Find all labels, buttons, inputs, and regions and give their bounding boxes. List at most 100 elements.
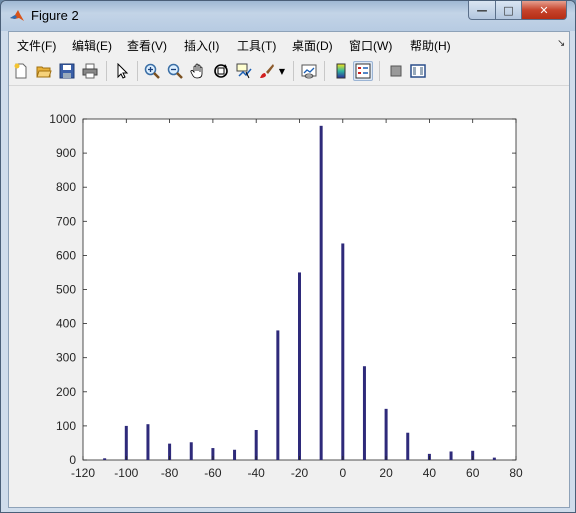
x-tick-label: -40 bbox=[248, 466, 266, 480]
menu-bar: 文件(F) 编辑(E) 查看(V) 插入(I) 工具(T) 桌面(D) 窗口(W… bbox=[9, 32, 569, 56]
bar bbox=[492, 457, 496, 460]
minimize-button[interactable]: — bbox=[468, 1, 496, 20]
y-tick-label: 800 bbox=[56, 180, 76, 194]
menu-edit[interactable]: 编辑(E) bbox=[72, 37, 112, 54]
bar bbox=[276, 330, 280, 460]
toolbar-separator bbox=[324, 61, 325, 81]
bar bbox=[103, 458, 107, 460]
bar bbox=[233, 449, 237, 460]
zoom-in-button[interactable] bbox=[142, 61, 162, 81]
data-cursor-icon bbox=[236, 63, 252, 79]
menu-file[interactable]: 文件(F) bbox=[17, 37, 56, 54]
matlab-logo-icon bbox=[10, 10, 24, 21]
zoom-out-button[interactable] bbox=[165, 61, 185, 81]
chevron-down-icon: ▼ bbox=[278, 66, 286, 76]
insert-legend-button[interactable] bbox=[353, 61, 373, 81]
y-tick-label: 700 bbox=[56, 214, 76, 228]
save-icon bbox=[59, 63, 75, 79]
edit-plot-button[interactable] bbox=[112, 61, 132, 81]
open-file-icon bbox=[36, 66, 52, 78]
open-file-button[interactable] bbox=[34, 61, 54, 81]
insert-colorbar-button[interactable] bbox=[331, 61, 351, 81]
show-plot-tools-icon bbox=[410, 64, 426, 78]
toolbar-separator bbox=[379, 61, 380, 81]
figure-canvas: -120 -100 -80 -60 -40 -20 0 20 40 60 80 0 100 200 300… bbox=[9, 86, 569, 507]
figure-client-area: 文件(F) 编辑(E) 查看(V) 插入(I) 工具(T) 桌面(D) 窗口(W… bbox=[8, 31, 570, 508]
bar bbox=[298, 272, 301, 460]
maximize-button[interactable]: □ bbox=[495, 1, 522, 20]
pan-button[interactable] bbox=[188, 61, 208, 81]
bar bbox=[384, 408, 388, 460]
x-tick-label: 80 bbox=[509, 466, 523, 480]
bar bbox=[362, 366, 366, 460]
brush-dropdown-button[interactable]: ▼ bbox=[277, 61, 287, 81]
bar bbox=[254, 429, 258, 460]
x-tick-label: -120 bbox=[71, 466, 95, 480]
bar bbox=[124, 425, 128, 460]
maximize-icon: □ bbox=[503, 3, 514, 17]
legend-icon bbox=[355, 63, 371, 79]
y-tick-label: 1000 bbox=[49, 112, 76, 126]
new-figure-button[interactable] bbox=[11, 61, 31, 81]
data-cursor-button[interactable] bbox=[234, 61, 254, 81]
toolbar-separator bbox=[106, 61, 107, 81]
bar bbox=[189, 442, 193, 460]
close-button[interactable]: ✕ bbox=[521, 1, 567, 20]
pan-hand-icon bbox=[190, 63, 203, 79]
y-tick-label: 300 bbox=[56, 351, 76, 365]
hide-plot-tools-button[interactable] bbox=[386, 61, 406, 81]
y-tick-label: 100 bbox=[56, 419, 76, 433]
rotate-3d-button[interactable] bbox=[211, 61, 231, 81]
pointer-icon bbox=[117, 63, 129, 79]
new-figure-icon bbox=[14, 63, 27, 79]
bar bbox=[319, 125, 323, 460]
y-tick-label: 600 bbox=[56, 248, 76, 262]
bar bbox=[406, 432, 410, 460]
toolbar-separator bbox=[293, 61, 294, 81]
x-tick-label: -20 bbox=[291, 466, 309, 480]
y-tick-label: 500 bbox=[56, 283, 76, 297]
brush-button[interactable] bbox=[257, 61, 277, 81]
bar bbox=[449, 451, 453, 460]
print-button[interactable] bbox=[80, 61, 100, 81]
brush-icon bbox=[260, 64, 274, 78]
menu-overflow-icon[interactable]: ↘ bbox=[557, 38, 565, 49]
colorbar-icon bbox=[336, 63, 346, 79]
menu-view[interactable]: 查看(V) bbox=[127, 37, 167, 54]
menu-tools[interactable]: 工具(T) bbox=[237, 37, 276, 54]
x-tick-label: -100 bbox=[114, 466, 138, 480]
minimize-icon: — bbox=[476, 3, 488, 17]
figure-toolbar: ▼ bbox=[9, 57, 569, 86]
save-button[interactable] bbox=[57, 61, 77, 81]
y-tick-label: 400 bbox=[56, 317, 76, 331]
zoom-out-icon bbox=[167, 63, 183, 79]
window-title: Figure 2 bbox=[31, 8, 79, 23]
y-tick-label: 200 bbox=[56, 385, 76, 399]
x-tick-label: 20 bbox=[379, 466, 393, 480]
x-tick-label: 60 bbox=[466, 466, 480, 480]
menu-desktop[interactable]: 桌面(D) bbox=[292, 37, 333, 54]
bar bbox=[146, 424, 150, 460]
y-tick-label: 0 bbox=[69, 453, 76, 467]
rotate-3d-icon bbox=[214, 64, 228, 78]
toolbar-separator bbox=[137, 61, 138, 81]
menu-insert[interactable]: 插入(I) bbox=[184, 37, 219, 54]
show-plot-tools-button[interactable] bbox=[408, 61, 428, 81]
menu-window[interactable]: 窗口(W) bbox=[349, 37, 392, 54]
close-icon: ✕ bbox=[539, 3, 549, 17]
menu-help[interactable]: 帮助(H) bbox=[410, 37, 451, 54]
bar-chart[interactable]: -120 -100 -80 -60 -40 -20 0 20 40 60 80 0 100 200 300… bbox=[9, 86, 569, 507]
figure-window: Figure 2 — □ ✕ 文件(F) 编辑(E) 查看(V) 插入(I) 工… bbox=[0, 0, 576, 513]
bar bbox=[341, 243, 345, 460]
x-tick-label: -60 bbox=[204, 466, 222, 480]
x-tick-label: 0 bbox=[339, 466, 346, 480]
x-tick-label: 40 bbox=[423, 466, 437, 480]
link-plot-icon bbox=[301, 64, 317, 79]
hide-plot-tools-icon bbox=[390, 65, 402, 77]
print-icon bbox=[82, 63, 98, 79]
y-tick-label: 900 bbox=[56, 146, 76, 160]
title-bar[interactable]: Figure 2 — □ ✕ bbox=[1, 1, 575, 31]
x-tick-label: -80 bbox=[161, 466, 179, 480]
link-plot-button[interactable] bbox=[299, 61, 319, 81]
zoom-in-icon bbox=[144, 63, 160, 79]
